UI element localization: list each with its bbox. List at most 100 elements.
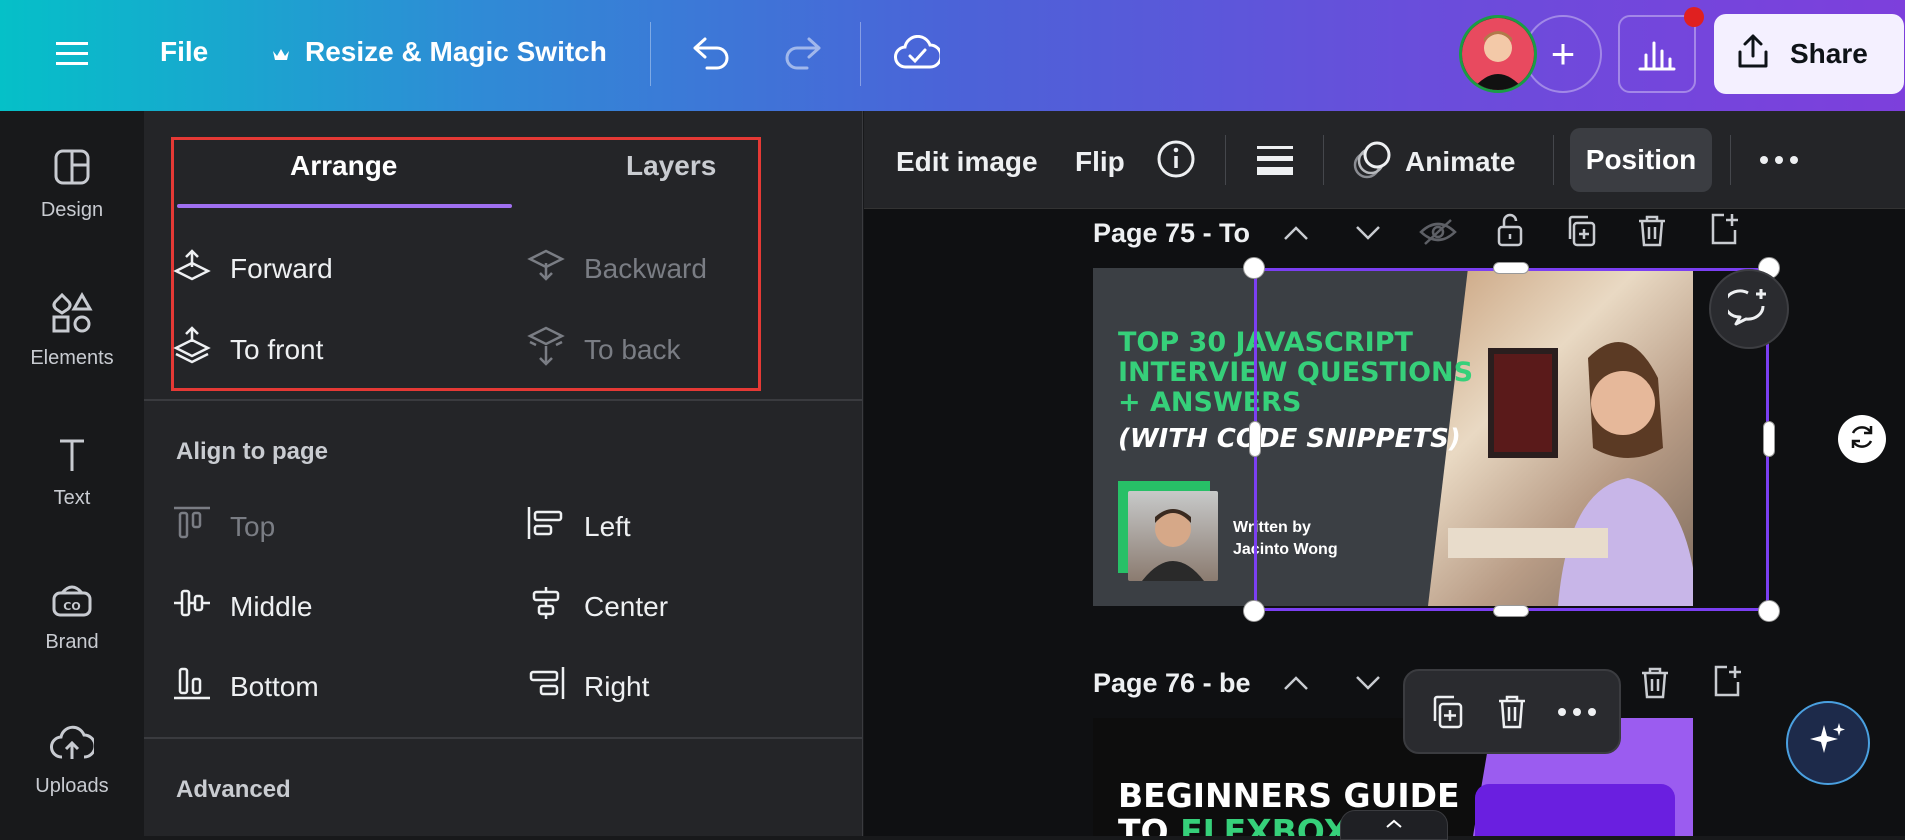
advanced-title[interactable]: Advanced [176, 776, 291, 804]
rotate-button[interactable] [1838, 415, 1886, 463]
rail-label: Design [40, 199, 104, 221]
card-title: TOP 30 JAVASCRIPT INTERVIEW QUESTIONS + … [1118, 328, 1478, 418]
to-front-label: To front [230, 333, 324, 365]
to-front-button[interactable]: To front [172, 326, 323, 373]
side-rail: Design Elements Text CO Brand Uploads [0, 111, 144, 836]
toolbar-divider [1225, 135, 1226, 185]
rail-item-uploads[interactable]: Uploads [0, 723, 144, 798]
svg-text:CO: CO [63, 600, 80, 613]
toolbar-divider [860, 22, 861, 86]
text-icon [52, 435, 92, 487]
duplicate-page-icon[interactable] [1563, 212, 1599, 250]
backward-button[interactable]: Backward [526, 247, 707, 290]
align-left-button[interactable]: Left [526, 505, 631, 548]
add-comment-button[interactable] [1709, 269, 1789, 349]
share-button[interactable]: Share [1714, 14, 1904, 94]
magic-assistant-button[interactable] [1786, 701, 1870, 785]
design-icon [52, 147, 92, 199]
delete-page-icon[interactable] [1637, 664, 1673, 702]
resize-handle-top-left[interactable] [1243, 257, 1265, 279]
resize-handle-bottom-left[interactable] [1243, 600, 1265, 622]
page-title[interactable]: Page 76 - be [1093, 668, 1251, 699]
duplicate-icon[interactable] [1427, 692, 1467, 732]
tab-layers[interactable]: Layers [626, 150, 716, 182]
delete-icon[interactable] [1492, 692, 1532, 732]
rail-item-elements[interactable]: Elements [0, 291, 144, 370]
resize-handle-top[interactable] [1493, 262, 1529, 274]
notification-dot [1684, 7, 1704, 27]
author-name: Jacinto Wong [1233, 541, 1338, 558]
edit-image-button[interactable]: Edit image [896, 146, 1038, 178]
resize-handle-bottom-right[interactable] [1758, 600, 1780, 622]
forward-button[interactable]: Forward [172, 247, 333, 290]
file-menu[interactable]: File [160, 36, 208, 68]
chevron-up-icon[interactable] [1280, 218, 1312, 248]
lock-icon[interactable] [1492, 210, 1528, 250]
more-options-icon[interactable] [1757, 148, 1801, 172]
align-bottom-label: Bottom [230, 670, 319, 702]
align-left-label: Left [584, 510, 631, 542]
add-page-icon[interactable] [1706, 210, 1742, 248]
rail-label: Elements [30, 347, 114, 369]
align-to-page-title: Align to page [176, 438, 328, 465]
more-options-icon[interactable] [1557, 692, 1597, 732]
flip-button[interactable]: Flip [1075, 146, 1125, 178]
rail-label: Brand [45, 631, 99, 653]
card-subtitle: (WITH CODE SNIPPETS) [1118, 424, 1461, 454]
tab-arrange[interactable]: Arrange [290, 150, 397, 182]
rail-item-brand[interactable]: CO Brand [0, 579, 144, 654]
backward-icon [526, 247, 566, 290]
to-back-button[interactable]: To back [526, 326, 681, 373]
chevron-up-icon [1385, 816, 1403, 834]
comment-add-icon [1723, 287, 1770, 332]
resize-handle-right[interactable] [1763, 421, 1775, 457]
design-card-page-75[interactable]: TOP 30 JAVASCRIPT INTERVIEW QUESTIONS + … [1093, 268, 1693, 606]
align-bottom-icon [172, 665, 212, 708]
rail-item-text[interactable]: Text [0, 435, 144, 510]
share-icon [1734, 32, 1772, 77]
menu-icon[interactable] [52, 36, 92, 72]
card-title-line: + ANSWERS [1118, 387, 1302, 418]
add-page-icon[interactable] [1709, 662, 1745, 700]
resize-handle-left[interactable] [1249, 421, 1261, 457]
author-text: Written by Jacinto Wong [1233, 517, 1338, 561]
rail-item-design[interactable]: Design [0, 147, 144, 222]
author-written-by: Written by [1233, 519, 1311, 536]
align-right-label: Right [584, 670, 650, 702]
undo-icon[interactable] [688, 30, 734, 76]
chevron-down-icon[interactable] [1352, 668, 1384, 698]
backward-label: Backward [584, 252, 707, 284]
transparency-lines-icon[interactable] [1255, 140, 1295, 180]
align-right-button[interactable]: Right [526, 665, 649, 708]
align-center-button[interactable]: Center [526, 585, 668, 628]
delete-page-icon[interactable] [1634, 212, 1670, 250]
card-title-line: INTERVIEW QUESTIONS [1118, 357, 1474, 388]
share-label: Share [1790, 38, 1868, 69]
page-title[interactable]: Page 75 - To [1093, 218, 1250, 249]
animate-button[interactable]: Animate [1405, 146, 1515, 178]
chevron-up-icon[interactable] [1280, 668, 1312, 698]
insights-button[interactable] [1618, 15, 1696, 93]
section-divider [144, 399, 863, 401]
chevron-down-icon[interactable] [1352, 218, 1384, 248]
resize-magic-switch-button[interactable]: Resize & Magic Switch [305, 36, 607, 68]
to-front-icon [172, 326, 212, 373]
elements-icon [50, 291, 94, 347]
toolbar-divider [1730, 135, 1731, 185]
purple-inner-block [1475, 784, 1675, 836]
woman-photo[interactable] [1428, 268, 1693, 606]
align-top-icon [172, 505, 212, 548]
info-icon[interactable] [1155, 138, 1197, 180]
animate-icon[interactable] [1350, 138, 1394, 182]
resize-handle-bottom[interactable] [1493, 605, 1529, 617]
avatar[interactable] [1459, 15, 1537, 93]
cloud-saved-icon[interactable] [893, 30, 941, 76]
align-bottom-button[interactable]: Bottom [172, 665, 319, 708]
align-middle-button[interactable]: Middle [172, 585, 312, 628]
card-title-line: TOP 30 JAVASCRIPT [1118, 327, 1413, 358]
redo-icon[interactable] [780, 30, 826, 76]
hide-page-icon[interactable] [1418, 214, 1458, 250]
align-top-button[interactable]: Top [172, 505, 275, 548]
align-top-label: Top [230, 510, 276, 542]
position-button[interactable]: Position [1570, 128, 1712, 192]
